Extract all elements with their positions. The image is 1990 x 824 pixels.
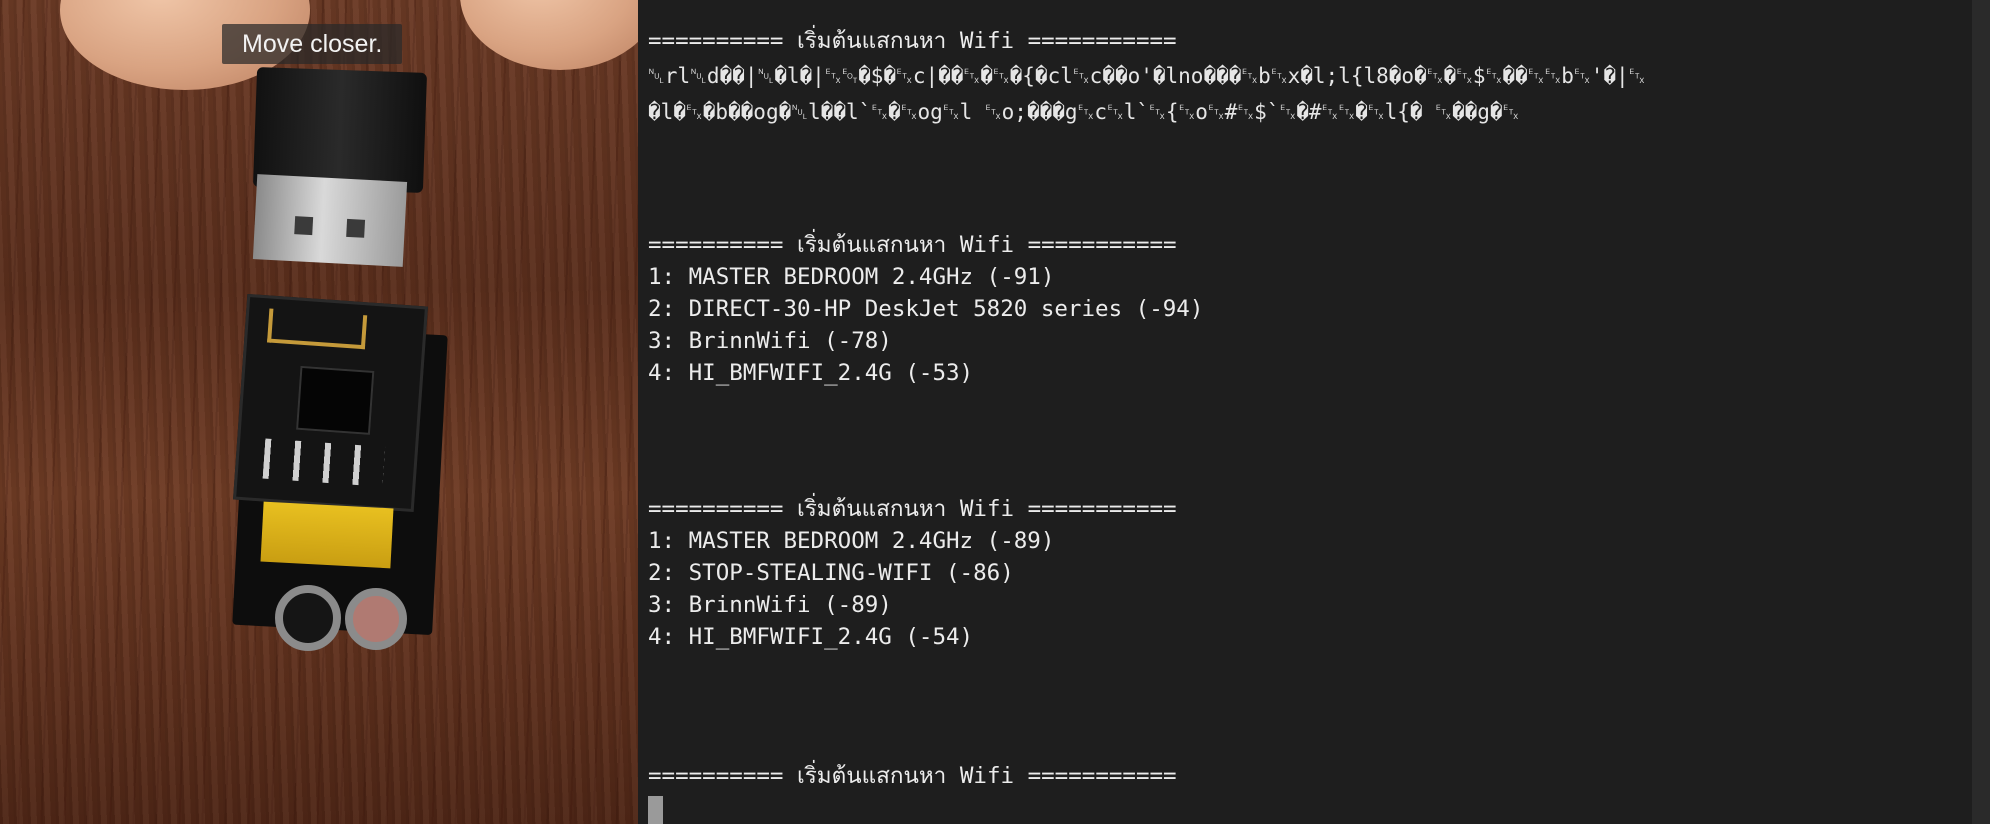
scan-header: ========== เริ่มต้นแสกนหา Wifi =========…	[648, 496, 1177, 522]
wifi-result-line: 3: BrinnWifi (-89)	[648, 592, 892, 618]
terminal-cursor	[648, 796, 663, 824]
usb-adapter-housing	[252, 67, 428, 193]
wifi-result-line: 2: STOP-STEALING-WIFI (-86)	[648, 560, 1014, 586]
wifi-result-line: 1: MASTER BEDROOM 2.4GHz (-91)	[648, 264, 1055, 290]
scan-header: ========== เริ่มต้นแสกนหา Wifi =========…	[648, 763, 1177, 789]
garbage-output-line: �l�␃�b��og�␀l��l`␃�␃og␃l ␃o;���g␃c␃l`␃{␃…	[648, 100, 1520, 124]
wifi-result-line: 4: HI_BMFWIFI_2.4G (-53)	[648, 360, 974, 386]
scan-header: ========== เริ่มต้นแสกนหา Wifi =========…	[648, 232, 1177, 258]
yellow-switch	[260, 501, 394, 569]
pcb-antenna	[267, 308, 368, 350]
scan-header: ========== เริ่มต้นแสกนหา Wifi =========…	[648, 28, 1177, 54]
wifi-result-line: 4: HI_BMFWIFI_2.4G (-54)	[648, 624, 974, 650]
pink-push-button	[345, 588, 407, 650]
wifi-result-line: 2: DIRECT-30-HP DeskJet 5820 series (-94…	[648, 296, 1204, 322]
camera-hint-label: Move closer.	[222, 24, 403, 64]
esp-chip	[296, 365, 375, 435]
black-push-button	[275, 585, 341, 651]
wifi-result-line: 1: MASTER BEDROOM 2.4GHz (-89)	[648, 528, 1055, 554]
header-pins	[262, 438, 386, 487]
wifi-result-line: 3: BrinnWifi (-78)	[648, 328, 892, 354]
garbage-output-line: ␀rl␀d��|␀�l�|␃␄�$�␃c|��␃�␃�{�cl␃c��o'�ln…	[648, 64, 1646, 88]
esp-module	[233, 293, 428, 513]
terminal-window[interactable]: ========== เริ่มต้นแสกนหา Wifi =========…	[638, 0, 1990, 824]
camera-view: Move closer.	[0, 0, 638, 824]
finger-right	[460, 0, 638, 70]
usb-plug	[252, 174, 408, 267]
